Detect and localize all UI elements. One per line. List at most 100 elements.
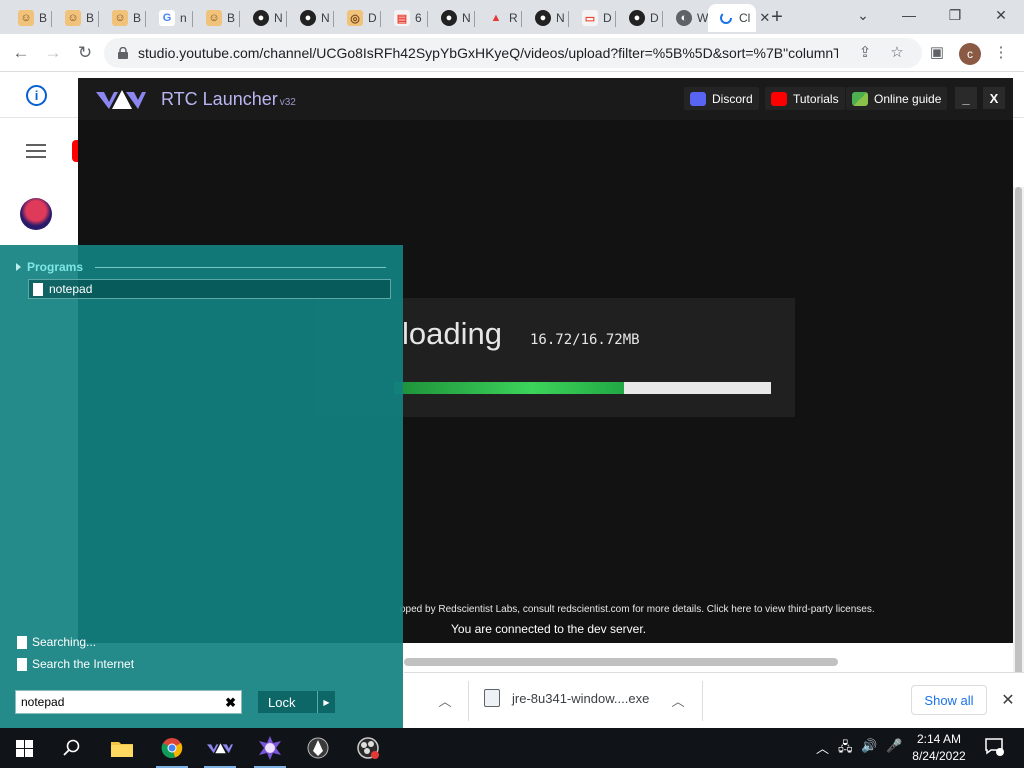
- launcher-title-bar[interactable]: RTC Launcher v32 Discord Tutorials Online…: [78, 78, 1013, 120]
- start-search-box[interactable]: ✖: [15, 690, 242, 714]
- loading-icon: [718, 10, 734, 26]
- browser-tab[interactable]: ☺ B: [55, 4, 99, 32]
- horizontal-scrollbar[interactable]: [404, 658, 838, 666]
- tutorials-button[interactable]: Tutorials: [765, 87, 845, 110]
- clear-search-icon[interactable]: ✖: [225, 695, 236, 711]
- browser-tab[interactable]: ◐ W: [666, 4, 710, 32]
- reload-icon[interactable]: ↻: [72, 40, 98, 66]
- windows-taskbar: ︿ 🖧 🔊 🎤 2:14 AM 8/24/2022: [0, 728, 1024, 768]
- game-app-button[interactable]: [246, 728, 294, 768]
- profile-avatar[interactable]: c: [959, 43, 981, 65]
- lock-button[interactable]: Lock ▶: [258, 691, 335, 713]
- new-tab-button[interactable]: +: [766, 6, 788, 28]
- search-internet-label: Search the Internet: [32, 657, 135, 671]
- browser-tab[interactable]: ▲ R: [478, 4, 522, 32]
- back-arrow-icon[interactable]: ←: [8, 40, 34, 66]
- obs-button[interactable]: [344, 728, 392, 768]
- show-all-button[interactable]: Show all: [911, 685, 987, 715]
- search-result-label: notepad: [49, 282, 93, 296]
- credits-link[interactable]: oped by Redscientist Labs, consult redsc…: [400, 604, 875, 615]
- server-status: You are connected to the dev server.: [451, 622, 647, 636]
- app-title-text: RTC Launcher: [161, 89, 278, 109]
- forward-arrow-icon[interactable]: →: [40, 40, 66, 66]
- tab-active[interactable]: Cl ✕: [708, 4, 770, 32]
- launcher-close-button[interactable]: X: [983, 87, 1005, 109]
- online-guide-button[interactable]: Online guide: [846, 87, 948, 110]
- browser-tab[interactable]: ▭ D: [572, 4, 616, 32]
- chevron-right-icon[interactable]: ▶: [317, 691, 335, 713]
- browser-tab-label: D: [368, 11, 377, 25]
- search-internet-link[interactable]: Search the Internet: [17, 657, 134, 671]
- browser-tab[interactable]: ● N: [243, 4, 287, 32]
- tab-search-icon[interactable]: ⌄: [840, 4, 886, 26]
- searching-label: Searching...: [32, 635, 97, 649]
- volume-icon[interactable]: 🔊: [861, 738, 877, 754]
- hamburger-menu-icon[interactable]: [26, 144, 46, 158]
- tutorials-label: Tutorials: [793, 91, 839, 106]
- browser-tab[interactable]: ▤ 6: [384, 4, 428, 32]
- channel-avatar[interactable]: [20, 198, 52, 230]
- restore-window-icon[interactable]: ❐: [932, 4, 978, 26]
- vertical-scrollbar[interactable]: [1013, 187, 1024, 697]
- browser-tab[interactable]: ● N: [431, 4, 475, 32]
- browser-tab-label: 6: [415, 11, 422, 25]
- discord-label: Discord: [712, 91, 753, 106]
- expand-triangle-icon: [16, 263, 21, 271]
- windows-start-button[interactable]: [0, 728, 48, 768]
- share-icon[interactable]: ⇪: [854, 41, 876, 63]
- chrome-button[interactable]: [148, 728, 196, 768]
- close-window-icon[interactable]: ✕: [978, 4, 1024, 26]
- discord-icon: [690, 91, 706, 106]
- search-button[interactable]: [48, 728, 96, 768]
- programs-section-header[interactable]: Programs: [16, 260, 386, 274]
- browser-tab[interactable]: ◎ D: [337, 4, 381, 32]
- github-icon: ●: [535, 10, 551, 26]
- show-hidden-icons-chevron-icon[interactable]: ︿: [816, 738, 829, 757]
- microphone-icon[interactable]: 🎤: [886, 738, 902, 754]
- globe-icon: ◐: [676, 10, 692, 26]
- close-download-bar-icon[interactable]: ✕: [998, 690, 1018, 710]
- rtc-logo: [96, 90, 146, 109]
- rtc-launcher-icon: [207, 743, 233, 754]
- cat-icon: ☺: [206, 10, 222, 26]
- kebab-menu-icon[interactable]: ⋮: [990, 41, 1012, 63]
- browser-tab[interactable]: ● N: [525, 4, 569, 32]
- chevron-up-icon[interactable]: ︿: [436, 691, 454, 709]
- network-icon[interactable]: 🖧: [838, 738, 853, 760]
- inkscape-like-button[interactable]: [294, 728, 342, 768]
- browser-tab-label: R: [509, 11, 518, 25]
- download-bar: ︿ jre-8u341-window....exe ︿ Show all ✕: [404, 672, 1024, 728]
- address-bar[interactable]: studio.youtube.com/channel/UCGo8IsRFh42S…: [104, 38, 922, 68]
- system-clock[interactable]: 2:14 AM 8/24/2022: [905, 731, 973, 765]
- cat-icon: ☺: [18, 10, 34, 26]
- discord-button[interactable]: Discord: [684, 87, 759, 110]
- bookmark-star-icon[interactable]: ☆: [886, 41, 908, 63]
- download-options-chevron-icon[interactable]: ︿: [669, 691, 687, 709]
- browser-tab-strip: ☺ B ☺ B ☺ B Gn ☺ B ● N ● N ◎ D ▤ 6 ● N ▲ R ● N ▭ D ● D ◐ W Cl ✕ + ⌄ …: [0, 0, 1024, 34]
- start-menu-panel: Programs notepad Searching... Search the…: [0, 245, 403, 728]
- browser-tab-label: N: [556, 11, 565, 25]
- notifications-icon[interactable]: [984, 736, 1004, 759]
- browser-tab[interactable]: ☺ B: [8, 4, 52, 32]
- launcher-minimize-button[interactable]: _: [955, 87, 977, 109]
- side-panel-icon[interactable]: ▣: [926, 41, 948, 63]
- browser-tab-label: N: [462, 11, 471, 25]
- browser-tab[interactable]: ● N: [290, 4, 334, 32]
- minimize-window-icon[interactable]: —: [886, 4, 932, 26]
- browser-tab[interactable]: ● D: [619, 4, 663, 32]
- rtc-launcher-taskbar-button[interactable]: [196, 728, 244, 768]
- download-item[interactable]: jre-8u341-window....exe: [484, 689, 649, 707]
- browser-tab[interactable]: Gn: [149, 4, 193, 32]
- searching-link[interactable]: Searching...: [17, 635, 96, 649]
- browser-tab-label: N: [321, 11, 330, 25]
- browser-tab-label: n: [180, 11, 187, 25]
- browser-tab[interactable]: ☺ B: [196, 4, 240, 32]
- search-result-notepad[interactable]: notepad: [28, 279, 391, 299]
- progress-bar: [394, 382, 771, 394]
- browser-tab-label: B: [133, 11, 142, 25]
- folder-icon: [111, 742, 133, 757]
- browser-tab[interactable]: ☺ B: [102, 4, 146, 32]
- github-icon: ●: [300, 10, 316, 26]
- start-search-input[interactable]: [21, 695, 211, 709]
- file-explorer-button[interactable]: [98, 728, 146, 768]
